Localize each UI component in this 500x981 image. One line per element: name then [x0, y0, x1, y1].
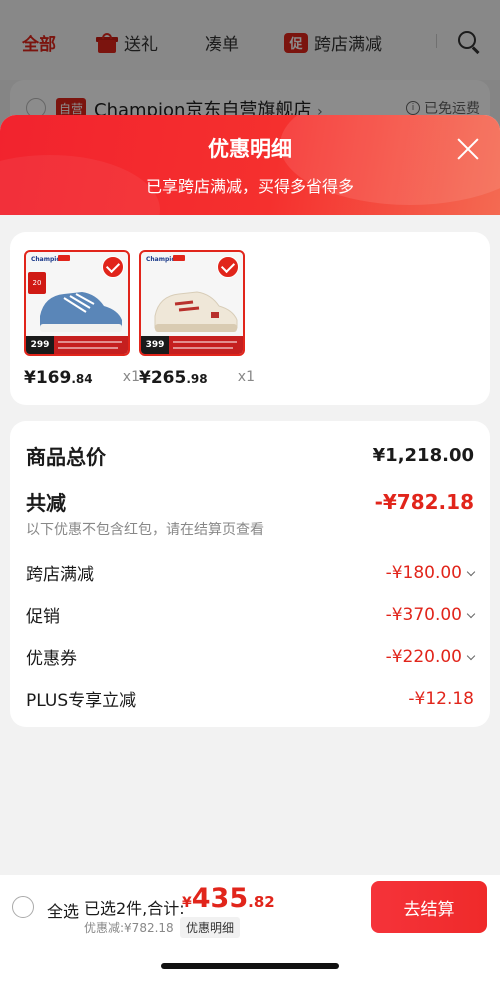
sheet-subtitle: 已享跨店满减，买得多省得多: [145, 177, 354, 196]
checkout-button[interactable]: 去结算: [371, 881, 487, 933]
discount-row-coupon[interactable]: 优惠券 -¥220.00: [26, 644, 476, 669]
select-all-radio[interactable]: [12, 896, 34, 918]
total-reduction-value: -¥782.18: [374, 489, 474, 514]
check-icon: [217, 256, 239, 278]
product-item[interactable]: Champion 20 299 ¥169.84 x1: [24, 250, 140, 388]
check-icon: [102, 256, 124, 278]
product-quantity: x1: [237, 369, 255, 385]
product-thumbnail[interactable]: Champion 20 299: [24, 250, 130, 356]
goods-total-label: 商品总价: [26, 445, 106, 469]
home-indicator: [161, 963, 339, 969]
discount-row-plus: PLUS专享立减 -¥12.18: [26, 688, 474, 712]
goods-total-value: ¥1,218.00: [372, 445, 474, 466]
discount-detail-sheet: 优惠明细 已享跨店满减，买得多省得多 Champion 20 299 ¥169.…: [0, 115, 500, 981]
red-packet-note: 以下优惠不包含红包，请在结算页查看: [26, 522, 264, 538]
discount-row-promotion[interactable]: 促销 -¥370.00: [26, 602, 476, 627]
sneaker-image: [154, 291, 238, 332]
close-icon[interactable]: [456, 137, 480, 161]
select-all-label[interactable]: 全选: [47, 898, 79, 922]
sheet-title: 优惠明细: [208, 137, 292, 161]
chevron-down-icon: [466, 609, 476, 618]
product-item[interactable]: Champion 399 ¥265.98 x1: [139, 250, 255, 388]
product-price: ¥169.84: [24, 368, 93, 388]
goods-total-row: 商品总价 ¥1,218.00: [26, 441, 474, 470]
total-reduction-row: 共减 -¥782.18: [26, 487, 474, 516]
products-card: Champion 20 299 ¥169.84 x1 Champion 399 …: [10, 232, 490, 405]
chevron-down-icon: [466, 567, 476, 576]
discount-detail-toggle[interactable]: 优惠明细: [180, 917, 241, 938]
selected-count: 已选2件,合计:: [84, 899, 185, 918]
total-reduction-label: 共减: [26, 491, 66, 515]
price-summary-card: 商品总价 ¥1,218.00 共减 -¥782.18 以下优惠不包含红包，请在结…: [10, 421, 490, 727]
sneaker-image: [40, 292, 122, 332]
total-price: ¥435.82: [182, 883, 275, 914]
saved-amount: 优惠减:¥782.18: [84, 921, 174, 935]
chevron-down-icon: [466, 651, 476, 660]
sheet-header: 优惠明细 已享跨店满减，买得多省得多: [0, 115, 500, 265]
product-thumbnail[interactable]: Champion 399: [139, 250, 245, 356]
product-price: ¥265.98: [139, 368, 208, 388]
product-quantity: x1: [122, 369, 140, 385]
discount-row-cross-store[interactable]: 跨店满减 -¥180.00: [26, 560, 476, 585]
